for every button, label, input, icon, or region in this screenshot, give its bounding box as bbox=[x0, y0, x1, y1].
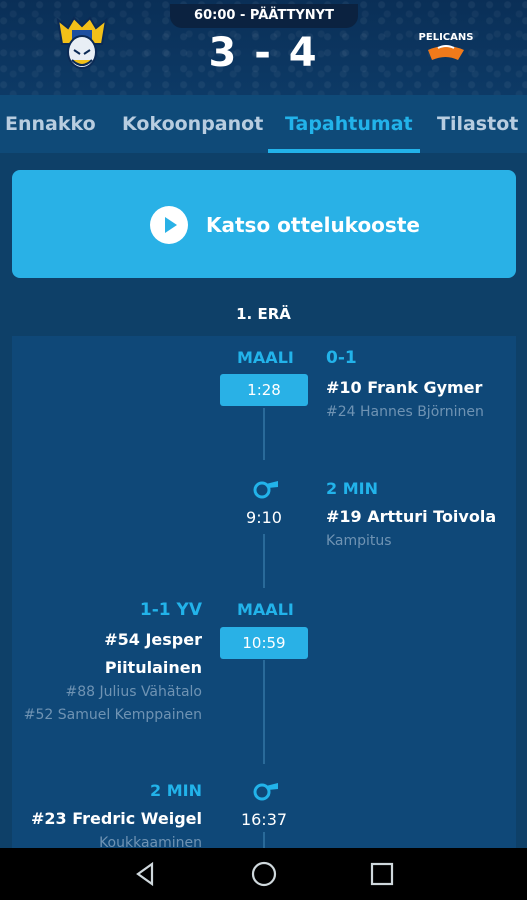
penalty-reason: Kampitus bbox=[326, 533, 392, 549]
tab-tapahtumat[interactable]: Tapahtumat bbox=[285, 95, 413, 153]
period-heading: 1. ERÄ bbox=[236, 305, 291, 323]
event-score: 1-1 YV bbox=[139, 600, 202, 620]
back-icon[interactable] bbox=[132, 860, 160, 888]
timeline-line bbox=[263, 408, 265, 460]
away-logo-text: PELICANS bbox=[419, 32, 474, 43]
event-assist[interactable]: #52 Samuel Kemppainen bbox=[20, 707, 202, 723]
match-status: 60:00 - PÄÄTTYNYT bbox=[170, 4, 358, 28]
event-player[interactable]: #23 Fredric Weigel bbox=[20, 809, 202, 828]
recents-icon[interactable] bbox=[368, 860, 396, 888]
system-navigation-bar bbox=[0, 848, 527, 900]
event-time: 10:59 bbox=[220, 627, 308, 659]
event-type: MAALI bbox=[237, 600, 294, 619]
event-score: 0-1 bbox=[326, 348, 357, 368]
play-icon bbox=[150, 206, 188, 244]
home-icon[interactable] bbox=[250, 860, 278, 888]
tab-tilastot[interactable]: Tilastot bbox=[437, 95, 518, 153]
active-tab-indicator bbox=[268, 149, 420, 153]
event-time: 9:10 bbox=[246, 508, 282, 527]
timeline-line bbox=[263, 660, 265, 764]
event-player[interactable]: #10 Frank Gymer bbox=[326, 378, 482, 397]
event-player[interactable]: #19 Artturi Toivola bbox=[326, 507, 496, 526]
whistle-icon bbox=[253, 783, 278, 801]
watch-highlights-label: Katso ottelukooste bbox=[206, 213, 420, 237]
penalty-duration: 2 MIN bbox=[326, 479, 378, 498]
penalty-duration: 2 MIN bbox=[150, 781, 202, 800]
watch-highlights-button[interactable]: Katso ottelukooste bbox=[12, 170, 516, 278]
away-team-logo[interactable]: PELICANS bbox=[418, 26, 474, 66]
tab-ennakko[interactable]: Ennakko bbox=[5, 95, 96, 153]
event-type: MAALI bbox=[237, 348, 294, 367]
whistle-icon bbox=[253, 481, 278, 499]
timeline-line bbox=[263, 534, 265, 588]
event-assist[interactable]: #24 Hannes Björninen bbox=[326, 404, 484, 420]
event-assist[interactable]: #88 Julius Vähätalo bbox=[20, 684, 202, 700]
event-time: 16:37 bbox=[240, 810, 288, 829]
timeline-line bbox=[263, 832, 265, 848]
tab-kokoonpanot[interactable]: Kokoonpanot bbox=[122, 95, 263, 153]
match-header: 60:00 - PÄÄTTYNYT 3 - 4 PELICANS bbox=[0, 0, 527, 95]
event-player[interactable]: Piitulainen bbox=[40, 658, 202, 677]
event-time: 1:28 bbox=[220, 374, 308, 406]
event-player[interactable]: #54 Jesper bbox=[40, 630, 202, 649]
tab-bar: Ennakko Kokoonpanot Tapahtumat Tilastot bbox=[0, 95, 527, 153]
